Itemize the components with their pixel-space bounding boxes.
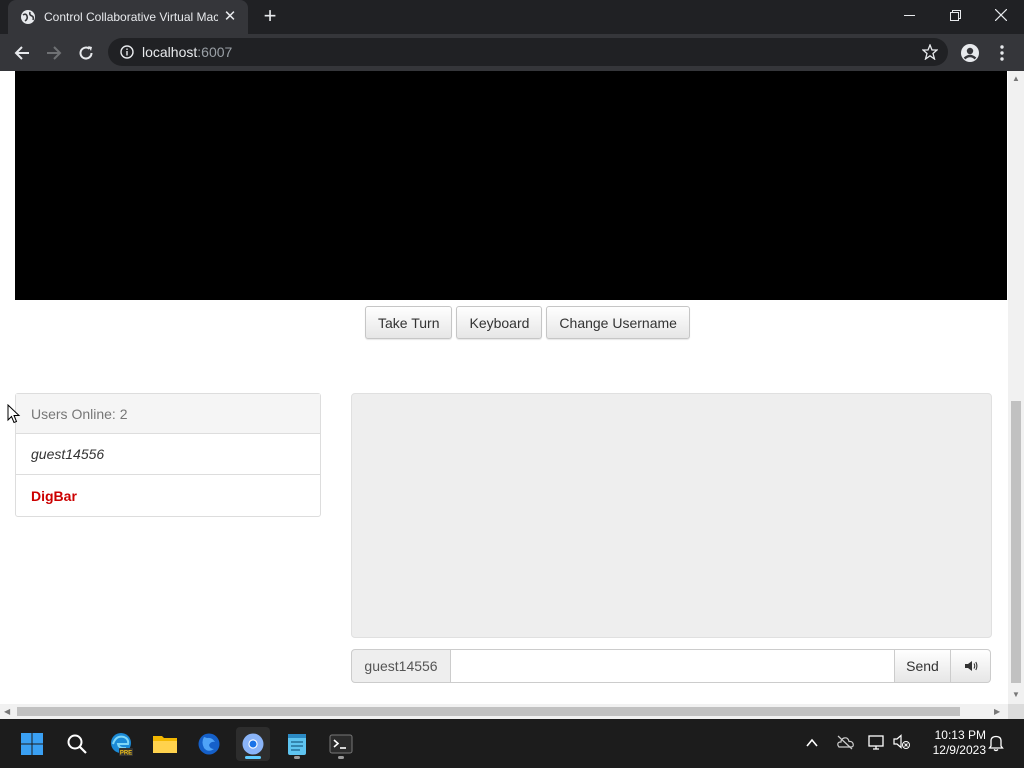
network-icon[interactable] — [868, 733, 886, 751]
kebab-menu-icon — [1000, 45, 1004, 61]
page-viewport: Take Turn Keyboard Change Username Users… — [0, 71, 1024, 719]
scroll-up-arrow-icon[interactable]: ▲ — [1012, 74, 1020, 83]
change-username-button[interactable]: Change Username — [546, 306, 690, 339]
onedrive-offline-icon[interactable] — [836, 734, 854, 750]
vm-display[interactable] — [15, 71, 1007, 300]
start-button[interactable] — [15, 727, 49, 761]
chrome-menu-button[interactable] — [989, 40, 1015, 66]
notification-bell-icon[interactable] — [988, 734, 1004, 752]
url-host: localhost — [142, 44, 198, 60]
minimize-icon — [903, 14, 915, 16]
scroll-down-arrow-icon[interactable]: ▼ — [1012, 690, 1020, 699]
system-clock[interactable]: 10:13 PM 12/9/2023 — [922, 728, 986, 758]
bookmark-star-icon[interactable] — [922, 44, 938, 60]
users-online-header: Users Online: 2 — [16, 394, 320, 434]
new-tab-icon[interactable]: + — [258, 5, 282, 29]
address-bar[interactable]: localhost:6007 — [108, 38, 948, 66]
restore-icon — [949, 9, 961, 21]
back-arrow-icon — [14, 46, 29, 60]
windows-taskbar: PRE 10:13 PM 12/9/2023 — [0, 719, 1024, 768]
taskbar-search-button[interactable] — [60, 727, 94, 761]
scroll-right-arrow-icon[interactable]: ▶ — [994, 707, 1000, 716]
account-icon — [961, 44, 979, 62]
profile-button[interactable] — [957, 40, 983, 66]
browser-titlebar: Control Collaborative Virtual Mac ✕ + — [0, 0, 1024, 34]
svg-text:PRE: PRE — [120, 751, 132, 757]
forward-button[interactable] — [41, 40, 67, 66]
start-icon — [21, 733, 43, 755]
horizontal-scroll-thumb[interactable] — [17, 707, 960, 716]
globe-icon — [21, 10, 35, 24]
user-list-item: guest14556 — [16, 434, 320, 475]
send-button[interactable]: Send — [894, 649, 951, 683]
close-icon — [995, 9, 1007, 21]
restore-button[interactable] — [932, 0, 978, 30]
vertical-scrollbar[interactable]: ▲ ▼ — [1008, 71, 1024, 704]
reload-button[interactable] — [73, 40, 99, 66]
running-app-indicator — [294, 756, 300, 759]
chrome-icon — [242, 733, 264, 755]
chevron-up-icon[interactable] — [806, 738, 818, 748]
notepad-icon — [288, 734, 306, 755]
volume-muted-icon[interactable] — [893, 733, 911, 751]
browser-tab[interactable]: Control Collaborative Virtual Mac ✕ — [8, 0, 248, 34]
taskbar-chrome[interactable] — [236, 727, 270, 761]
take-turn-button[interactable]: Take Turn — [365, 306, 453, 339]
mouse-cursor-icon — [7, 404, 21, 424]
scroll-left-arrow-icon[interactable]: ◀ — [4, 707, 10, 716]
scrollbar-corner — [1008, 704, 1024, 719]
chat-input[interactable] — [451, 649, 894, 683]
url-port: :6007 — [197, 44, 233, 60]
chat-messages[interactable] — [351, 393, 992, 638]
info-icon[interactable] — [120, 45, 134, 59]
clock-time: 10:13 PM — [934, 728, 986, 742]
minimize-button[interactable] — [886, 0, 932, 30]
taskbar-terminal[interactable] — [324, 727, 358, 761]
clock-date: 12/9/2023 — [932, 743, 986, 757]
chat-username-label: guest14556 — [351, 649, 451, 683]
vm-controls: Take Turn Keyboard Change Username — [365, 306, 690, 339]
close-window-button[interactable] — [978, 0, 1024, 30]
running-app-indicator — [338, 756, 344, 759]
tab-close-icon[interactable]: ✕ — [222, 9, 238, 25]
file-explorer-icon — [153, 736, 177, 753]
taskbar-edge-preview[interactable]: PRE — [104, 727, 138, 761]
firefox-icon — [198, 733, 220, 755]
reload-icon — [79, 46, 93, 60]
user-list-item-active-turn: DigBar — [31, 487, 77, 504]
horizontal-scrollbar[interactable]: ◀ ▶ — [0, 704, 1008, 719]
tab-title: Control Collaborative Virtual Mac — [44, 10, 218, 24]
active-app-indicator — [245, 756, 261, 759]
back-button[interactable] — [9, 40, 35, 66]
forward-arrow-icon — [47, 46, 62, 60]
speaker-icon — [964, 661, 977, 671]
search-icon — [67, 734, 87, 754]
browser-toolbar: localhost:6007 — [0, 34, 1024, 71]
taskbar-notepad[interactable] — [280, 727, 314, 761]
keyboard-button[interactable]: Keyboard — [456, 306, 543, 339]
chat-input-group: guest14556 Send — [351, 649, 991, 683]
edge-preview-icon: PRE — [111, 733, 133, 757]
taskbar-firefox[interactable] — [192, 727, 226, 761]
terminal-icon — [329, 734, 353, 754]
users-online-panel: Users Online: 2 guest14556 DigBar — [15, 393, 321, 517]
taskbar-file-explorer[interactable] — [148, 727, 182, 761]
vertical-scroll-thumb[interactable] — [1011, 401, 1021, 683]
sound-toggle-button[interactable] — [951, 649, 991, 683]
